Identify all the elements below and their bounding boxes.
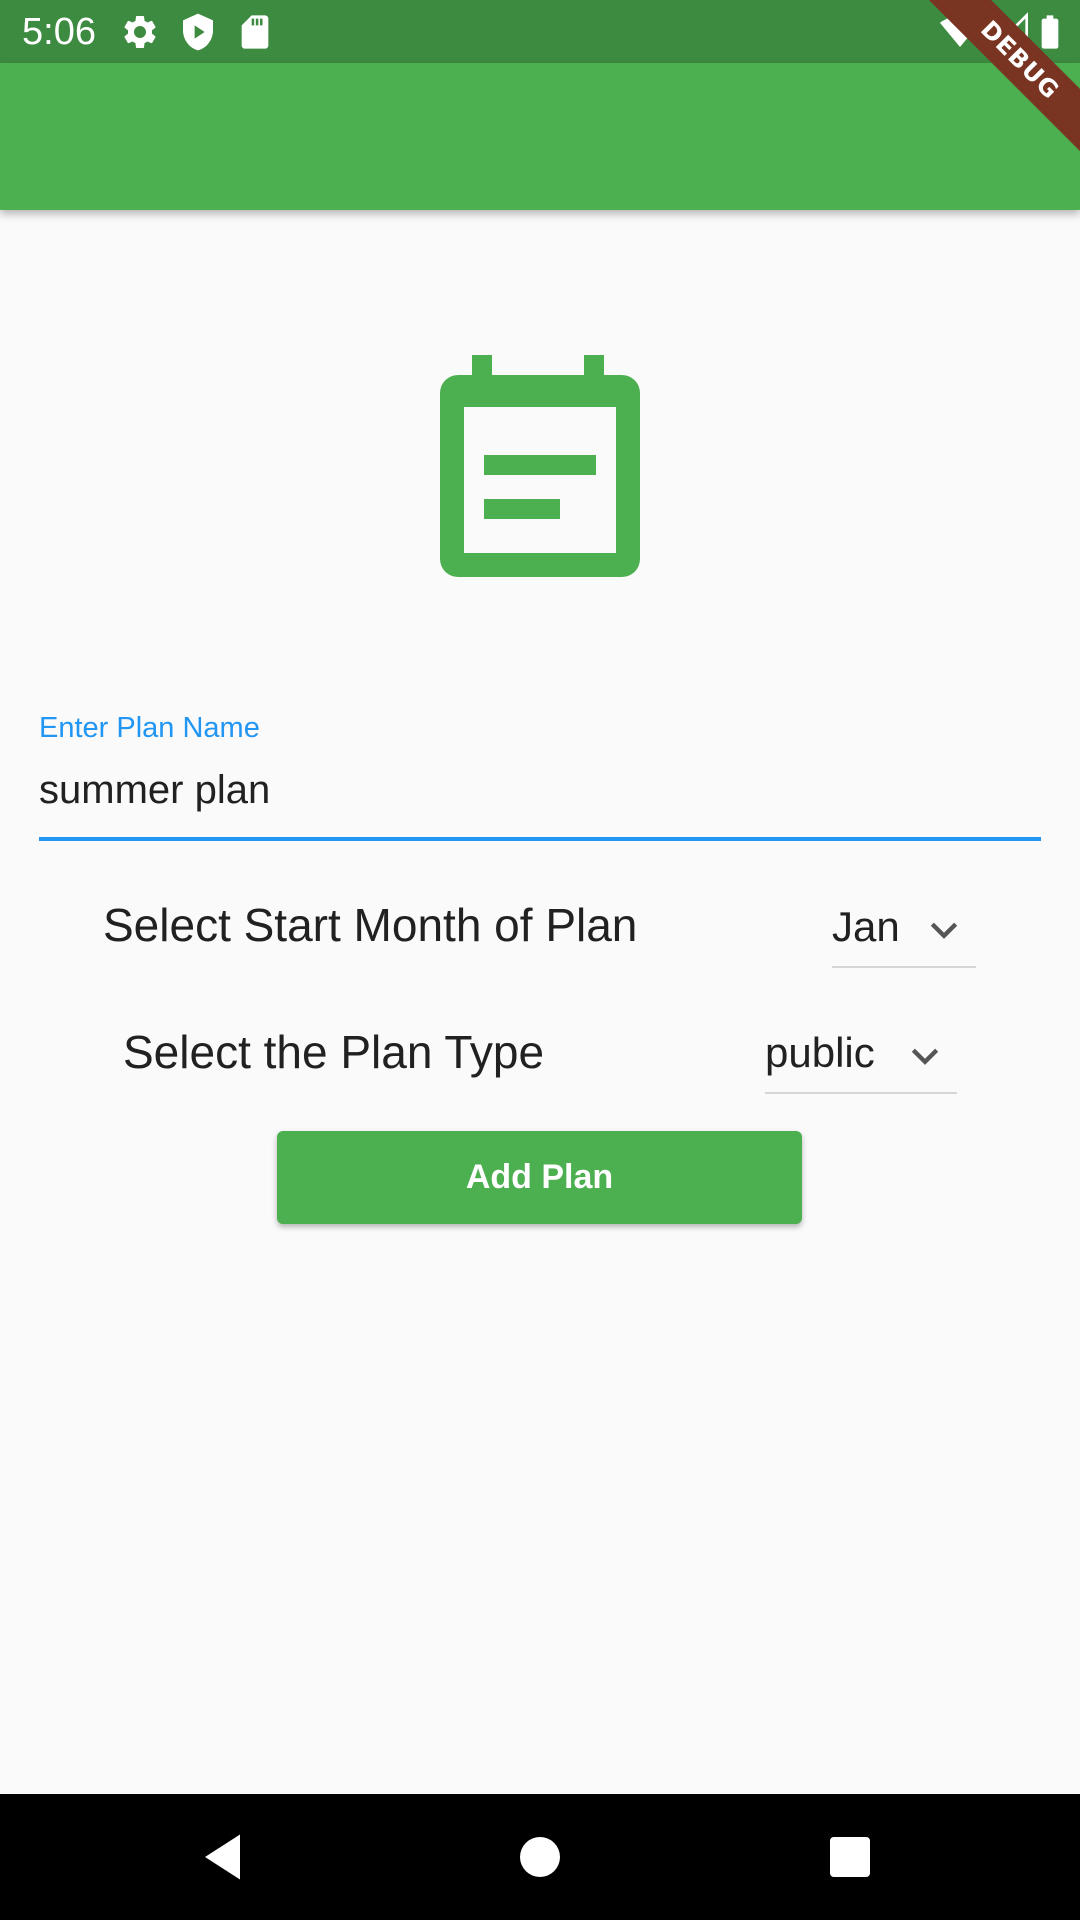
status-time: 5:06	[22, 11, 96, 53]
plan-type-dropdown[interactable]: public	[765, 1024, 957, 1094]
add-plan-button[interactable]: Add Plan	[277, 1131, 802, 1224]
calendar-event-icon	[440, 355, 640, 577]
wifi-icon	[940, 16, 980, 47]
shield-play-icon	[183, 13, 213, 51]
plan-name-input[interactable]	[39, 760, 1041, 820]
battery-icon	[1041, 15, 1059, 49]
home-icon[interactable]	[510, 1827, 570, 1887]
plan-type-label: Select the Plan Type	[123, 1026, 545, 1078]
cell-signal-icon	[990, 12, 1028, 50]
plan-name-label: Enter Plan Name	[39, 712, 260, 744]
add-plan-screen: 5:06 DEBUG Enter Plan Name summer plan S…	[0, 0, 1080, 1920]
recents-icon[interactable]	[820, 1827, 880, 1887]
chevron-down-icon	[930, 922, 958, 939]
start-month-underline	[832, 966, 976, 968]
gear-icon	[124, 15, 156, 48]
plan-name-underline	[39, 837, 1041, 841]
plan-type-selected: public	[765, 1029, 875, 1076]
start-month-label: Select Start Month of Plan	[103, 899, 638, 951]
sd-card-icon	[241, 15, 269, 49]
plan-name-field[interactable]: Enter Plan Name	[39, 710, 1041, 842]
app-bar	[0, 63, 1080, 210]
start-month-selected: Jan	[832, 903, 900, 950]
status-bar: 5:06	[0, 0, 1080, 63]
chevron-down-icon	[911, 1048, 939, 1065]
plan-type-underline	[765, 1092, 957, 1094]
navigation-bar	[0, 1794, 1080, 1920]
back-icon[interactable]	[195, 1827, 255, 1887]
start-month-dropdown[interactable]: Jan	[832, 898, 976, 968]
